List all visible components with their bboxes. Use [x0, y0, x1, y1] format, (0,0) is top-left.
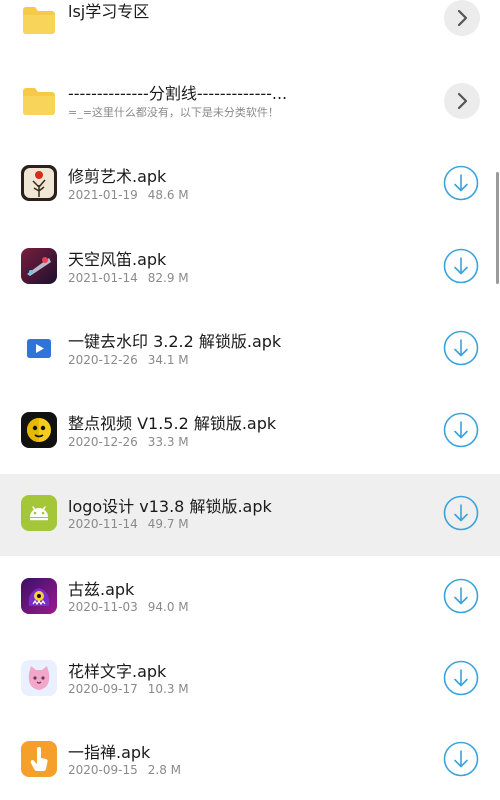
sky-bagpipe-app-icon: [21, 248, 57, 284]
download-button[interactable]: [443, 412, 479, 448]
file-meta: 2020-11-03 94.0 M: [68, 600, 189, 614]
download-icon: [443, 660, 479, 696]
file-date: 2020-11-03: [68, 600, 138, 614]
download-button[interactable]: [443, 165, 479, 201]
download-icon: [443, 165, 479, 201]
file-name: 整点视频 V1.5.2 解锁版.apk: [68, 414, 277, 433]
vertical-scrollbar[interactable]: [496, 172, 499, 284]
cat-face-app-icon: [21, 660, 57, 696]
file-name: 古兹.apk: [68, 580, 135, 599]
open-folder-button[interactable]: [444, 83, 480, 119]
clock-face-app-icon: [21, 412, 57, 448]
file-name: 修剪艺术.apk: [68, 167, 167, 186]
folder-row[interactable]: lsj学习专区: [0, 0, 500, 60]
file-row[interactable]: 天空风笛.apk 2021-01-14 82.9 M: [0, 225, 500, 307]
file-size: 10.3 M: [147, 682, 189, 696]
chevron-right-icon: [457, 92, 468, 110]
download-icon: [443, 495, 479, 531]
file-size: 49.7 M: [147, 517, 189, 531]
video-play-app-icon: [21, 330, 57, 366]
file-row[interactable]: 一指禅.apk 2020-09-15 2.8 M: [0, 718, 500, 800]
file-date: 2021-01-19: [68, 188, 138, 202]
monster-app-icon: [21, 578, 57, 614]
file-list: lsj学习专区 --------------分割线-------------..…: [0, 0, 500, 800]
download-icon: [443, 330, 479, 366]
folder-name: lsj学习专区: [68, 2, 150, 21]
file-size: 33.3 M: [147, 435, 189, 449]
download-button[interactable]: [443, 248, 479, 284]
trim-art-app-icon: [21, 165, 57, 201]
file-size: 82.9 M: [147, 271, 189, 285]
file-meta: 2021-01-19 48.6 M: [68, 188, 189, 202]
folder-description: =_=这里什么都没有，以下是未分类软件！: [68, 106, 279, 119]
file-meta: 2020-09-15 2.8 M: [68, 763, 181, 777]
folder-icon: [21, 83, 57, 119]
download-icon: [443, 578, 479, 614]
file-meta: 2020-12-26 34.1 M: [68, 353, 189, 367]
download-icon: [443, 412, 479, 448]
file-meta: 2021-01-14 82.9 M: [68, 271, 189, 285]
file-row[interactable]: 整点视频 V1.5.2 解锁版.apk 2020-12-26 33.3 M: [0, 389, 500, 471]
file-size: 2.8 M: [147, 763, 182, 777]
file-meta: 2020-12-26 33.3 M: [68, 435, 189, 449]
file-row[interactable]: 古兹.apk 2020-11-03 94.0 M: [0, 556, 500, 638]
file-date: 2020-09-15: [68, 763, 138, 777]
file-name: 一键去水印 3.2.2 解锁版.apk: [68, 332, 282, 351]
file-row[interactable]: 花样文字.apk 2020-09-17 10.3 M: [0, 639, 500, 721]
file-row[interactable]: 一键去水印 3.2.2 解锁版.apk 2020-12-26 34.1 M: [0, 307, 500, 389]
file-name: 花样文字.apk: [68, 662, 167, 681]
file-name: 一指禅.apk: [68, 743, 151, 762]
file-size: 94.0 M: [147, 600, 189, 614]
file-date: 2021-01-14: [68, 271, 138, 285]
file-size: 48.6 M: [147, 188, 189, 202]
chevron-right-icon: [457, 9, 468, 27]
folder-name: --------------分割线-------------...: [68, 84, 288, 103]
file-meta: 2020-11-14 49.7 M: [68, 517, 189, 531]
file-date: 2020-11-14: [68, 517, 138, 531]
file-row[interactable]: 修剪艺术.apk 2021-01-19 48.6 M: [0, 142, 500, 224]
folder-icon: [21, 2, 57, 38]
file-date: 2020-12-26: [68, 435, 138, 449]
file-meta: 2020-09-17 10.3 M: [68, 682, 189, 696]
download-button[interactable]: [443, 495, 479, 531]
download-icon: [443, 741, 479, 777]
open-folder-button[interactable]: [444, 0, 480, 36]
finger-tap-app-icon: [21, 741, 57, 777]
download-button[interactable]: [443, 660, 479, 696]
download-icon: [443, 248, 479, 284]
file-name: 天空风笛.apk: [68, 250, 167, 269]
file-row-selected[interactable]: logo设计 v13.8 解锁版.apk 2020-11-14 49.7 M: [0, 474, 500, 556]
file-date: 2020-12-26: [68, 353, 138, 367]
file-date: 2020-09-17: [68, 682, 138, 696]
download-button[interactable]: [443, 741, 479, 777]
download-button[interactable]: [443, 330, 479, 366]
file-name: logo设计 v13.8 解锁版.apk: [68, 497, 272, 516]
android-app-icon: [21, 495, 57, 531]
file-size: 34.1 M: [147, 353, 189, 367]
download-button[interactable]: [443, 578, 479, 614]
folder-row[interactable]: --------------分割线-------------... =_=这里什…: [0, 60, 500, 142]
